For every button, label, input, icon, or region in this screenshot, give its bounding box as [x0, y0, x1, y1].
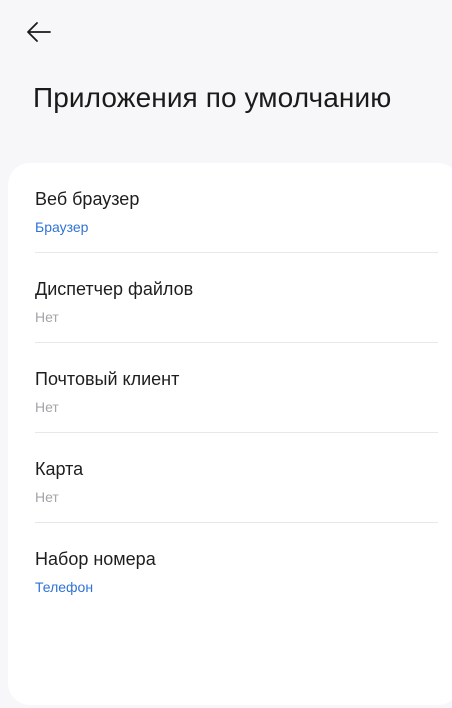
item-title: Веб браузер	[35, 189, 140, 209]
page-title: Приложения по умолчанию	[33, 82, 392, 113]
item-value: Нет	[35, 399, 59, 415]
list-item-mail-client[interactable]: Почтовый клиент Нет	[8, 343, 452, 433]
item-title: Почтовый клиент	[35, 369, 180, 389]
item-title: Диспетчер файлов	[35, 279, 194, 299]
item-value: Браузер	[35, 219, 89, 235]
item-value: Нет	[35, 309, 59, 325]
list-item-web-browser[interactable]: Веб браузер Браузер	[8, 163, 452, 253]
arrow-left-icon	[26, 21, 52, 48]
item-title: Карта	[35, 459, 84, 479]
back-button[interactable]	[26, 16, 66, 52]
list-item-dialer[interactable]: Набор номера Телефон	[8, 523, 452, 613]
item-value: Нет	[35, 489, 59, 505]
list-item-map[interactable]: Карта Нет	[8, 433, 452, 523]
item-value: Телефон	[35, 579, 94, 595]
default-apps-list: Веб браузер Браузер Диспетчер файлов Нет…	[8, 163, 452, 705]
list-item-file-manager[interactable]: Диспетчер файлов Нет	[8, 253, 452, 343]
default-apps-screen: Приложения по умолчанию Веб браузер Брау…	[0, 0, 452, 708]
item-title: Набор номера	[35, 549, 156, 569]
